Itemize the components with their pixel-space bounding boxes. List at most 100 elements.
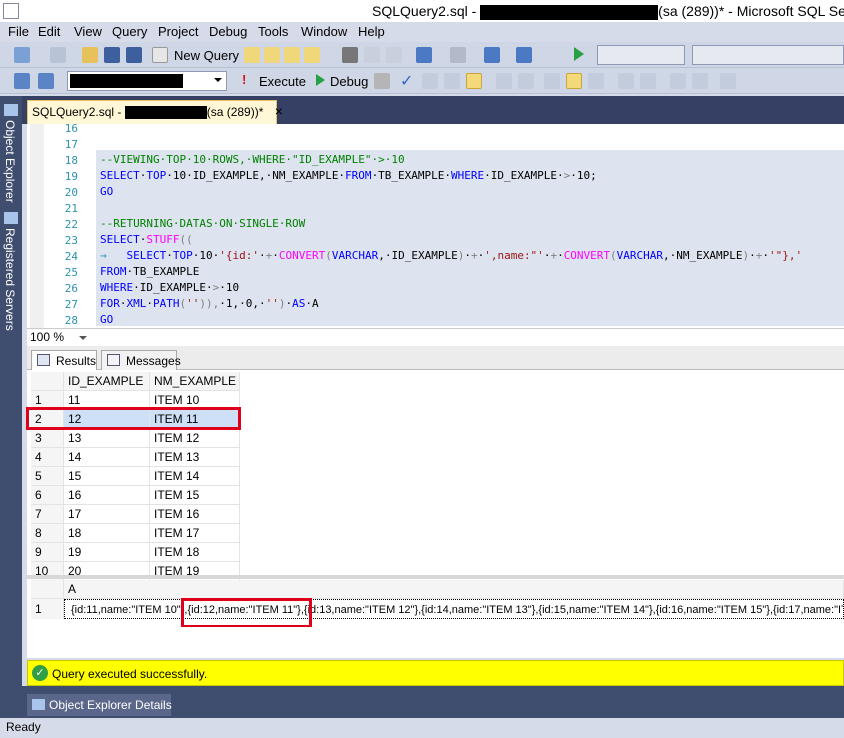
add-item-icon[interactable]: [50, 47, 66, 63]
client-stats-icon[interactable]: [518, 73, 534, 89]
results-to-file-icon[interactable]: [588, 73, 604, 89]
object-explorer-details-tab[interactable]: Object Explorer Details: [27, 694, 172, 716]
row-number[interactable]: 9: [31, 543, 64, 562]
include-plan-icon[interactable]: [496, 73, 512, 89]
cancel-query-icon[interactable]: [374, 73, 390, 89]
row-number[interactable]: 8: [31, 524, 64, 543]
grid-splitter[interactable]: [27, 575, 844, 579]
connect-icon[interactable]: [14, 73, 30, 89]
copy-icon[interactable]: [364, 47, 380, 63]
redacted-database-name: [70, 74, 183, 88]
cell-id-example[interactable]: 15: [64, 467, 150, 486]
cut-icon[interactable]: [342, 47, 358, 63]
query-designer-icon[interactable]: [444, 73, 460, 89]
menu-project[interactable]: Project: [158, 24, 198, 39]
column-header[interactable]: A: [64, 580, 844, 599]
cell-nm-example[interactable]: ITEM 14: [150, 467, 240, 486]
close-tab-icon[interactable]: ×: [275, 103, 283, 119]
zoom-dropdown-icon[interactable]: [79, 336, 87, 340]
column-header[interactable]: ID_EXAMPLE: [64, 372, 150, 391]
selection-margin: [30, 124, 44, 328]
result-segment: {id:13,name:"ITEM 12"},{id:14,name:"ITEM…: [303, 604, 844, 616]
save-all-icon[interactable]: [126, 47, 142, 63]
menu-query[interactable]: Query: [112, 24, 147, 39]
results-to-text-icon[interactable]: [544, 73, 560, 89]
menu-help[interactable]: Help: [358, 24, 385, 39]
document-tab-label: SQLQuery2.sql - (sa (289))* ×: [32, 103, 283, 120]
ready-text: Ready: [6, 720, 41, 734]
row-number[interactable]: 3: [31, 429, 64, 448]
paste-icon[interactable]: [386, 47, 402, 63]
line-number: 19: [64, 170, 78, 183]
cell-nm-example[interactable]: ITEM 15: [150, 486, 240, 505]
cell-nm-example[interactable]: ITEM 16: [150, 505, 240, 524]
cell-id-example[interactable]: 17: [64, 505, 150, 524]
cell-id-example[interactable]: 18: [64, 524, 150, 543]
start-debug-icon[interactable]: [574, 47, 584, 61]
row-number[interactable]: 1: [31, 599, 64, 619]
row-number[interactable]: 6: [31, 486, 64, 505]
registered-servers-tab[interactable]: Registered Servers: [3, 228, 17, 331]
new-query-button[interactable]: New Query: [174, 48, 239, 63]
database-dropdown[interactable]: [67, 71, 227, 91]
query-db-icon-4[interactable]: [304, 47, 320, 63]
change-connection-icon[interactable]: [38, 73, 54, 89]
menu-window[interactable]: Window: [301, 24, 347, 39]
increase-indent-icon[interactable]: [692, 73, 708, 89]
zoom-level[interactable]: 100 %: [30, 330, 64, 344]
object-explorer-tab[interactable]: Object Explorer: [3, 120, 17, 203]
results-to-grid-icon[interactable]: [566, 73, 582, 89]
row-number[interactable]: 4: [31, 448, 64, 467]
undo-icon[interactable]: [416, 47, 432, 63]
result-segment: {id:11,name:"ITEM 10"},: [71, 604, 188, 616]
query-db-icon-3[interactable]: [284, 47, 300, 63]
uncomment-icon[interactable]: [640, 73, 656, 89]
navigate-forward-icon[interactable]: [516, 47, 532, 63]
menu-edit[interactable]: Edit: [38, 24, 60, 39]
column-header[interactable]: NM_EXAMPLE: [150, 372, 240, 391]
chevron-down-icon: [214, 78, 222, 82]
query-db-icon-2[interactable]: [264, 47, 280, 63]
display-estimated-plan-icon[interactable]: [422, 73, 438, 89]
redacted-server-name: [480, 4, 659, 20]
intellisense-icon[interactable]: [466, 73, 482, 89]
new-query-icon[interactable]: [152, 47, 168, 63]
query-db-icon-1[interactable]: [244, 47, 260, 63]
open-folder-icon[interactable]: [82, 47, 98, 63]
code-line-20: GO: [100, 185, 114, 198]
cell-nm-example[interactable]: ITEM 12: [150, 429, 240, 448]
messages-tab[interactable]: Messages: [101, 350, 181, 370]
parse-checkmark-icon[interactable]: ✓: [400, 71, 413, 91]
debug-button[interactable]: Debug: [330, 74, 368, 89]
solution-config-dropdown[interactable]: [597, 45, 685, 65]
menu-debug[interactable]: Debug: [209, 24, 247, 39]
cell-nm-example[interactable]: ITEM 17: [150, 524, 240, 543]
redo-icon[interactable]: [450, 47, 466, 63]
line-number: 23: [64, 234, 78, 247]
line-number: 16: [64, 122, 78, 135]
cell-id-example[interactable]: 14: [64, 448, 150, 467]
save-icon[interactable]: [104, 47, 120, 63]
find-combo[interactable]: [692, 45, 844, 65]
cell-id-example[interactable]: 19: [64, 543, 150, 562]
menu-tools[interactable]: Tools: [258, 24, 288, 39]
line-number: 22: [64, 218, 78, 231]
results-tab[interactable]: Results: [31, 350, 97, 370]
cell-id-example[interactable]: 16: [64, 486, 150, 505]
cell-nm-example[interactable]: ITEM 18: [150, 543, 240, 562]
object-explorer-details-label: Object Explorer Details: [49, 698, 172, 712]
execute-button[interactable]: Execute: [259, 74, 306, 89]
cell-nm-example[interactable]: ITEM 13: [150, 448, 240, 467]
navigate-backward-icon[interactable]: [484, 47, 500, 63]
row-number[interactable]: 7: [31, 505, 64, 524]
cell-id-example[interactable]: 13: [64, 429, 150, 448]
decrease-indent-icon[interactable]: [670, 73, 686, 89]
menu-view[interactable]: View: [74, 24, 102, 39]
line-number: 24: [64, 250, 78, 263]
ssms-app-icon[interactable]: [3, 3, 19, 19]
menu-file[interactable]: File: [8, 24, 29, 39]
comment-out-icon[interactable]: [618, 73, 634, 89]
new-project-icon[interactable]: [14, 47, 30, 63]
row-number[interactable]: 5: [31, 467, 64, 486]
specify-template-values-icon[interactable]: [720, 73, 736, 89]
